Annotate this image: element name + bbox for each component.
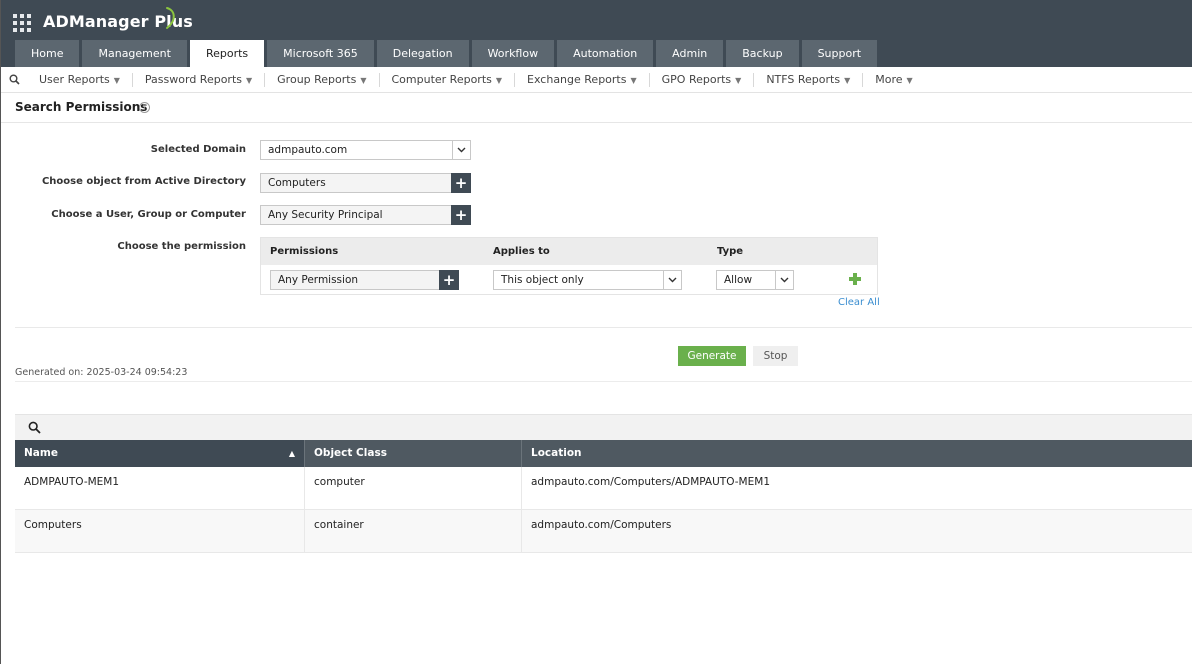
- col-type: Type: [717, 246, 744, 257]
- col-location-header[interactable]: Location: [521, 440, 1192, 467]
- object-picker[interactable]: Computers +: [260, 173, 471, 193]
- cell-location: admpauto.com/Computers/ADMPAUTO-MEM1: [521, 467, 1192, 509]
- clear-all-link[interactable]: Clear All: [838, 297, 880, 308]
- chevron-down-icon: ▼: [844, 75, 851, 85]
- chevron-down-icon: ▼: [360, 75, 367, 85]
- tab-delegation[interactable]: Delegation: [376, 40, 469, 67]
- permission-picker[interactable]: Any Permission +: [270, 270, 459, 290]
- divider: [15, 381, 1192, 382]
- submenu-gpo-reports[interactable]: GPO Reports ▼: [650, 72, 755, 87]
- apps-grid-icon[interactable]: [13, 14, 31, 32]
- object-picker-value: Computers: [268, 177, 326, 189]
- domain-select-value: admpauto.com: [268, 144, 348, 156]
- page-title: Search Permissions: [15, 100, 148, 114]
- tab-home[interactable]: Home: [15, 40, 80, 67]
- results-table-header: Name ▲ Object Class Location: [15, 440, 1192, 467]
- cell-object-class: computer: [304, 467, 521, 509]
- divider: [1, 122, 1192, 123]
- principal-picker[interactable]: Any Security Principal +: [260, 205, 471, 225]
- applies-to-value: This object only: [501, 274, 584, 286]
- object-label: Choose object from Active Directory: [41, 176, 246, 187]
- col-permissions: Permissions: [270, 246, 339, 257]
- submenu-search-icon[interactable]: [1, 67, 27, 93]
- col-object-class-header[interactable]: Object Class: [304, 440, 521, 467]
- sort-ascending-icon[interactable]: ▲: [289, 440, 295, 467]
- col-applies-to: Applies to: [493, 246, 550, 257]
- tab-workflow[interactable]: Workflow: [471, 40, 555, 67]
- principal-picker-value: Any Security Principal: [268, 209, 383, 221]
- results-search-bar: [15, 414, 1192, 440]
- app-window: ADManager Plus Home Management Reports M…: [0, 0, 1192, 664]
- divider: [15, 327, 1192, 328]
- type-value: Allow: [724, 274, 753, 286]
- table-row[interactable]: ADMPAUTO-MEM1 computer admpauto.com/Comp…: [15, 467, 1192, 510]
- submenu-more[interactable]: More ▼: [863, 73, 924, 87]
- chevron-down-icon: ▼: [113, 75, 120, 85]
- domain-select[interactable]: admpauto.com: [260, 140, 471, 160]
- reports-submenu: User Reports ▼ Password Reports ▼ Group Re…: [1, 67, 1192, 93]
- tab-management[interactable]: Management: [82, 40, 187, 67]
- type-select[interactable]: Allow: [716, 270, 794, 290]
- chevron-down-icon: ▼: [495, 75, 503, 85]
- principal-label: Choose a User, Group or Computer: [51, 209, 246, 220]
- help-icon[interactable]: ?: [139, 102, 150, 113]
- tab-automation[interactable]: Automation: [557, 40, 654, 67]
- domain-label: Selected Domain: [150, 144, 246, 155]
- generated-timestamp: Generated on: 2025-03-24 09:54:23: [15, 367, 188, 378]
- submenu-password-reports[interactable]: Password Reports ▼: [133, 72, 266, 87]
- cell-name: ADMPAUTO-MEM1: [24, 476, 120, 488]
- add-object-button[interactable]: +: [451, 173, 471, 193]
- submenu-computer-reports[interactable]: Computer Reports ▼: [380, 72, 516, 87]
- col-name-header[interactable]: Name ▲: [15, 440, 305, 467]
- chevron-down-icon: ▼: [246, 75, 253, 85]
- cell-object-class: container: [304, 510, 521, 552]
- tab-admin[interactable]: Admin: [656, 40, 724, 67]
- add-row-plus-icon[interactable]: [848, 272, 862, 286]
- permission-table-header: Permissions Applies to Type: [261, 238, 877, 265]
- permission-picker-value: Any Permission: [278, 274, 359, 286]
- tab-microsoft-365[interactable]: Microsoft 365: [267, 40, 374, 67]
- chevron-down-icon: ▼: [735, 75, 742, 85]
- chevron-down-icon: ▼: [906, 75, 913, 85]
- tab-reports[interactable]: Reports: [189, 40, 265, 67]
- applies-to-select[interactable]: This object only: [493, 270, 682, 290]
- chevron-down-icon: [452, 141, 470, 159]
- permission-label: Choose the permission: [117, 241, 246, 252]
- main-tabs: Home Management Reports Microsoft 365 De…: [15, 40, 878, 67]
- tab-support[interactable]: Support: [801, 40, 878, 67]
- cell-name: Computers: [24, 519, 82, 531]
- table-row[interactable]: Computers container admpauto.com/Compute…: [15, 510, 1192, 553]
- stop-button[interactable]: Stop: [753, 346, 798, 366]
- tab-backup[interactable]: Backup: [726, 40, 799, 67]
- logo-swoosh-icon: [166, 7, 175, 29]
- add-principal-button[interactable]: +: [451, 205, 471, 225]
- add-permission-button[interactable]: +: [439, 270, 459, 290]
- submenu-user-reports[interactable]: User Reports ▼: [27, 72, 133, 87]
- search-icon[interactable]: [28, 421, 41, 434]
- generate-button[interactable]: Generate: [678, 346, 746, 366]
- chevron-down-icon: [663, 271, 681, 289]
- submenu-group-reports[interactable]: Group Reports ▼: [265, 72, 380, 87]
- chevron-down-icon: ▼: [630, 75, 637, 85]
- permission-table: Permissions Applies to Type Any Permissi…: [260, 237, 878, 295]
- submenu-exchange-reports[interactable]: Exchange Reports ▼: [515, 72, 650, 87]
- cell-location: admpauto.com/Computers: [521, 510, 1192, 552]
- chevron-down-icon: [775, 271, 793, 289]
- submenu-ntfs-reports[interactable]: NTFS Reports ▼: [754, 72, 864, 87]
- header-bar: ADManager Plus Home Management Reports M…: [1, 0, 1192, 67]
